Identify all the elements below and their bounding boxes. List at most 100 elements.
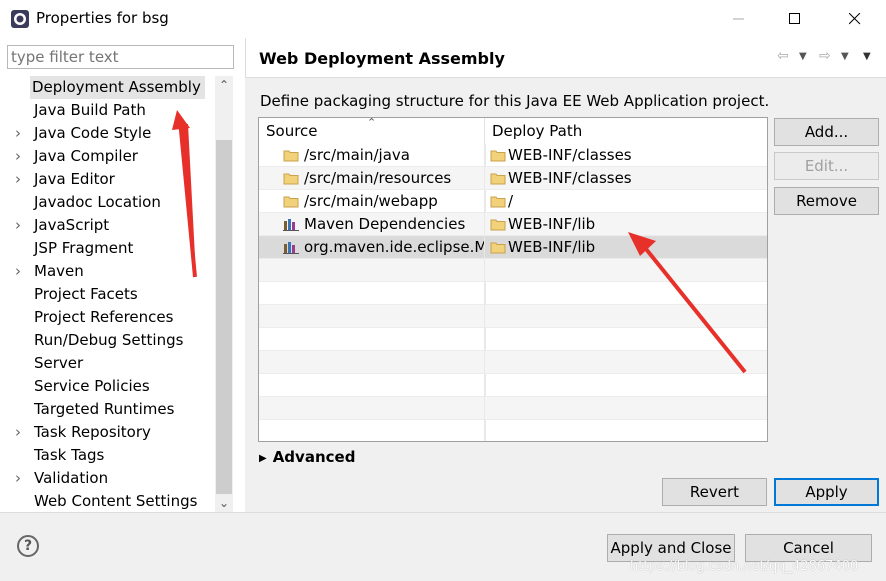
table-row[interactable]: /src/main/java WEB-INF/classes [259, 144, 767, 167]
expand-chevron-icon[interactable]: › [15, 122, 27, 145]
tree-item[interactable]: Project References [0, 306, 215, 329]
content-pane: Web Deployment Assembly ⇦ ▼ ⇨ ▼ ▼ Define… [245, 38, 886, 512]
table-row[interactable]: /src/main/resources WEB-INF/classes [259, 167, 767, 190]
tree-item-label: Task Tags [34, 446, 105, 464]
table-row[interactable]: org.maven.ide.eclipse.M... WEB-INF/lib [259, 236, 767, 259]
remove-button[interactable]: Remove [774, 187, 879, 215]
deploy-path-text: / [508, 192, 514, 210]
table-row-empty [259, 374, 767, 397]
folder-icon [490, 173, 506, 185]
minimize-button[interactable] [712, 0, 766, 38]
forward-dropdown-icon[interactable]: ▼ [841, 51, 849, 62]
view-menu-icon[interactable]: ▼ [863, 51, 871, 62]
page-header: Web Deployment Assembly ⇦ ▼ ⇨ ▼ ▼ [245, 38, 886, 78]
folder-icon [283, 196, 299, 208]
empty-cell [259, 374, 485, 397]
back-dropdown-icon[interactable]: ▼ [799, 51, 807, 62]
source-text: org.maven.ide.eclipse.M... [304, 238, 485, 256]
deploy-path-text: WEB-INF/lib [508, 238, 596, 256]
folder-icon [283, 173, 299, 185]
tree-item-label: Service Policies [34, 377, 150, 395]
tree-item-label: Java Compiler [34, 147, 138, 165]
table-row-empty [259, 305, 767, 328]
tree-item-label: JSP Fragment [34, 239, 134, 257]
column-header-deploy-path[interactable]: Deploy Path [485, 118, 767, 144]
empty-cell [259, 328, 485, 351]
tree-item-label: Project References [34, 308, 174, 326]
tree-scrollbar[interactable]: ⌃ ⌄ [215, 76, 233, 512]
scroll-down-icon[interactable]: ⌄ [215, 494, 233, 512]
tree-item[interactable]: Targeted Runtimes [0, 398, 215, 421]
advanced-section-toggle[interactable]: ▶ Advanced [259, 448, 355, 466]
minimize-icon [733, 18, 744, 20]
library-icon [283, 219, 299, 231]
tree-item[interactable]: JSP Fragment [0, 237, 215, 260]
close-icon [849, 13, 861, 25]
table-row[interactable]: Maven Dependencies WEB-INF/lib [259, 213, 767, 236]
help-icon[interactable]: ? [17, 535, 39, 557]
deploy-path-cell: WEB-INF/classes [485, 144, 767, 167]
tree-item[interactable]: Deployment Assembly [0, 76, 215, 99]
empty-cell [259, 420, 485, 441]
eclipse-app-icon [11, 10, 29, 28]
filter-input[interactable] [7, 45, 234, 69]
tree-item-label: Java Code Style [34, 124, 152, 142]
tree-item[interactable]: › Java Code Style [0, 122, 215, 145]
dialog-body: Deployment Assembly Java Build Path › Java … [0, 38, 886, 512]
tree-item[interactable]: Javadoc Location [0, 191, 215, 214]
maximize-button[interactable] [768, 0, 822, 38]
expand-chevron-icon[interactable]: › [15, 214, 27, 237]
expand-chevron-icon[interactable]: › [15, 260, 27, 283]
apply-and-close-button[interactable]: Apply and Close [607, 534, 735, 562]
watermark: https://blog.csdn.net/qq_42867400 [630, 559, 859, 574]
cancel-button[interactable]: Cancel [745, 534, 872, 562]
table-row-empty [259, 397, 767, 420]
scrollbar-thumb[interactable] [216, 140, 232, 494]
tree-item[interactable]: › Maven [0, 260, 215, 283]
close-button[interactable] [828, 0, 882, 38]
tree-item[interactable]: Run/Debug Settings [0, 329, 215, 352]
back-arrow-icon[interactable]: ⇦ [777, 48, 789, 64]
table-row-empty [259, 351, 767, 374]
tree-item[interactable]: › Java Editor [0, 168, 215, 191]
folder-icon [283, 150, 299, 162]
tree-item[interactable]: Service Policies [0, 375, 215, 398]
scroll-up-icon[interactable]: ⌃ [215, 76, 233, 94]
sort-caret-icon: ⌃ [367, 117, 377, 129]
forward-arrow-icon[interactable]: ⇨ [819, 48, 831, 64]
tree-item[interactable]: › Task Repository [0, 421, 215, 444]
tree-item[interactable]: Web Content Settings [0, 490, 215, 512]
source-cell: /src/main/java [259, 144, 485, 167]
table-row-empty [259, 259, 767, 282]
expand-chevron-icon[interactable]: › [15, 467, 27, 490]
apply-button[interactable]: Apply [774, 478, 879, 506]
empty-cell [259, 397, 485, 420]
tree-item[interactable]: Java Build Path [0, 99, 215, 122]
dialog-footer: ? Apply and Close Cancel https://blog.cs… [0, 512, 886, 581]
tree-item[interactable]: › Java Compiler [0, 145, 215, 168]
tree-item[interactable]: › JavaScript [0, 214, 215, 237]
table-row[interactable]: /src/main/webapp / [259, 190, 767, 213]
add-button[interactable]: Add... [774, 118, 879, 146]
tree-item[interactable]: Server [0, 352, 215, 375]
expand-chevron-icon[interactable]: › [15, 145, 27, 168]
source-cell: Maven Dependencies [259, 213, 485, 236]
edit-button[interactable]: Edit... [774, 152, 879, 180]
property-tree: Deployment Assembly Java Build Path › Java … [0, 76, 215, 512]
deployment-table[interactable]: Source ⌃ Deploy Path /src/main/java WEB-I… [258, 117, 768, 442]
tree-item[interactable]: Project Facets [0, 283, 215, 306]
source-text: /src/main/java [304, 146, 410, 164]
tree-item-label: Server [34, 354, 84, 372]
source-cell: /src/main/webapp [259, 190, 485, 213]
expand-chevron-icon[interactable]: › [15, 421, 27, 444]
folder-icon [490, 219, 506, 231]
expand-chevron-icon[interactable]: › [15, 168, 27, 191]
library-icon [283, 242, 299, 254]
revert-button[interactable]: Revert [662, 478, 767, 506]
tree-item[interactable]: Task Tags [0, 444, 215, 467]
title-bar: Properties for bsg [0, 0, 886, 38]
maximize-icon [789, 13, 800, 24]
column-header-source[interactable]: Source ⌃ [259, 118, 485, 144]
tree-item[interactable]: › Validation [0, 467, 215, 490]
deploy-path-text: WEB-INF/lib [508, 215, 596, 233]
